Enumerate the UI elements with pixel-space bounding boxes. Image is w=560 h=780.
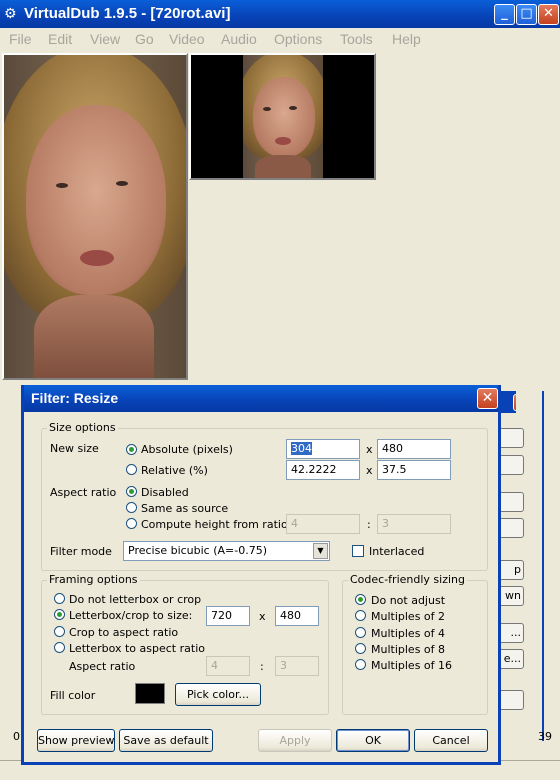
output-frame-image bbox=[243, 55, 323, 178]
letterbox-radio[interactable] bbox=[54, 609, 65, 620]
dialog-title: Filter: Resize bbox=[31, 390, 119, 406]
absolute-label: Absolute (pixels) bbox=[141, 443, 233, 456]
framing-aspect-label: Aspect ratio bbox=[69, 660, 136, 673]
absolute-width-input[interactable]: 304 bbox=[286, 439, 360, 459]
codec-option-label: Multiples of 8 bbox=[371, 643, 446, 656]
aspect-ratio-label: Aspect ratio bbox=[50, 486, 117, 499]
apply-button[interactable]: Apply bbox=[258, 729, 332, 752]
aspect-same-radio[interactable] bbox=[126, 502, 137, 513]
new-size-label: New size bbox=[50, 442, 99, 455]
codec-do-not-adjust-radio[interactable] bbox=[355, 594, 366, 605]
framing-aspect-b-input[interactable]: 3 bbox=[275, 656, 319, 676]
timeline-start: 0 bbox=[13, 730, 20, 743]
input-frame-image bbox=[4, 55, 186, 378]
no-letterbox-radio[interactable] bbox=[54, 593, 65, 604]
chevron-down-icon[interactable]: ▼ bbox=[313, 543, 328, 559]
background-dialog-button[interactable] bbox=[498, 518, 524, 538]
letterbox-aspect-label: Letterbox to aspect ratio bbox=[69, 642, 205, 655]
framing-aspect-colon: : bbox=[260, 660, 264, 673]
minimize-button[interactable]: _ bbox=[494, 4, 515, 25]
menu-options[interactable]: Options bbox=[274, 31, 322, 47]
aspect-compute-radio[interactable] bbox=[126, 518, 137, 529]
x-separator: x bbox=[259, 610, 266, 623]
codec-option-label: Multiples of 2 bbox=[371, 610, 446, 623]
aspect-disabled-radio[interactable] bbox=[126, 486, 137, 497]
codec-sizing-legend: Codec-friendly sizing bbox=[348, 573, 467, 586]
fill-color-swatch bbox=[135, 683, 165, 704]
codec-multiples-2-radio[interactable] bbox=[355, 610, 366, 621]
menu-help[interactable]: Help bbox=[392, 31, 421, 47]
ratio-colon: : bbox=[367, 518, 371, 531]
interlaced-checkbox[interactable] bbox=[352, 545, 364, 557]
framing-aspect-a-input[interactable]: 4 bbox=[206, 656, 250, 676]
crop-aspect-label: Crop to aspect ratio bbox=[69, 626, 179, 639]
timeline-end: 39 bbox=[538, 730, 552, 743]
cancel-button[interactable]: Cancel bbox=[414, 729, 488, 752]
resize-filter-dialog: Filter: Resize ✕ Size options New size A… bbox=[21, 385, 501, 765]
app-gear-icon[interactable]: ⚙ bbox=[4, 6, 20, 22]
ok-button[interactable]: OK bbox=[336, 729, 410, 752]
filter-mode-label: Filter mode bbox=[50, 545, 112, 558]
relative-height-input[interactable]: 37.5 bbox=[377, 460, 451, 480]
save-as-default-button[interactable]: Save as default bbox=[119, 729, 213, 752]
filter-mode-value: Precise bicubic (A=-0.75) bbox=[128, 544, 268, 557]
background-dialog-button[interactable]: e... bbox=[498, 649, 524, 669]
size-options-legend: Size options bbox=[47, 421, 118, 434]
menu-bar: File Edit View Go Video Audio Options To… bbox=[0, 28, 560, 49]
show-preview-button[interactable]: Show preview bbox=[37, 729, 115, 752]
background-dialog-button[interactable]: wn bbox=[498, 586, 524, 606]
letterbox-height-input[interactable]: 480 bbox=[275, 606, 319, 626]
background-dialog-button[interactable]: p bbox=[498, 560, 524, 580]
x-separator: x bbox=[366, 464, 373, 477]
title-bar: ⚙ VirtualDub 1.9.5 - [720rot.avi] _ □ ✕ bbox=[0, 0, 560, 28]
aspect-same-label: Same as source bbox=[141, 502, 229, 515]
background-dialog-button[interactable] bbox=[498, 455, 524, 475]
relative-label: Relative (%) bbox=[141, 464, 208, 477]
menu-file[interactable]: File bbox=[9, 31, 32, 47]
output-video-pane[interactable] bbox=[189, 53, 376, 180]
close-button[interactable]: ✕ bbox=[538, 4, 559, 25]
letterbox-label: Letterbox/crop to size: bbox=[69, 609, 193, 622]
ratio-b-input[interactable]: 3 bbox=[377, 514, 451, 534]
crop-aspect-radio[interactable] bbox=[54, 626, 65, 637]
codec-multiples-4-radio[interactable] bbox=[355, 627, 366, 638]
letterbox-width-input[interactable]: 720 bbox=[206, 606, 250, 626]
pick-color-button[interactable]: Pick color... bbox=[175, 683, 261, 706]
background-dialog-button[interactable] bbox=[498, 492, 524, 512]
menu-audio[interactable]: Audio bbox=[221, 31, 257, 47]
background-dialog-button[interactable]: ... bbox=[498, 623, 524, 643]
absolute-radio[interactable] bbox=[126, 444, 137, 455]
relative-radio[interactable] bbox=[126, 464, 137, 475]
codec-option-label: Do not adjust bbox=[371, 594, 446, 607]
menu-tools[interactable]: Tools bbox=[340, 31, 373, 47]
background-dialog-button[interactable] bbox=[498, 428, 524, 448]
menu-view[interactable]: View bbox=[90, 31, 120, 47]
x-separator: x bbox=[366, 443, 373, 456]
background-dialog-button[interactable] bbox=[498, 690, 524, 710]
menu-video[interactable]: Video bbox=[169, 31, 205, 47]
maximize-button[interactable]: □ bbox=[516, 4, 537, 25]
ratio-a-input[interactable]: 4 bbox=[286, 514, 360, 534]
input-video-pane[interactable] bbox=[2, 53, 188, 380]
codec-multiples-8-radio[interactable] bbox=[355, 643, 366, 654]
fill-color-label: Fill color bbox=[50, 689, 96, 702]
absolute-height-input[interactable]: 480 bbox=[377, 439, 451, 459]
dialog-close-icon[interactable]: ✕ bbox=[477, 388, 498, 409]
framing-options-legend: Framing options bbox=[47, 573, 140, 586]
filter-mode-select[interactable]: Precise bicubic (A=-0.75) ▼ bbox=[123, 541, 330, 561]
relative-width-input[interactable]: 42.2222 bbox=[286, 460, 360, 480]
interlaced-label: Interlaced bbox=[369, 545, 425, 558]
codec-option-label: Multiples of 4 bbox=[371, 627, 446, 640]
codec-multiples-16-radio[interactable] bbox=[355, 659, 366, 670]
menu-go[interactable]: Go bbox=[135, 31, 154, 47]
aspect-disabled-label: Disabled bbox=[141, 486, 189, 499]
codec-option-label: Multiples of 16 bbox=[371, 659, 453, 672]
menu-edit[interactable]: Edit bbox=[48, 31, 72, 47]
letterbox-aspect-radio[interactable] bbox=[54, 642, 65, 653]
window-title: VirtualDub 1.9.5 - [720rot.avi] bbox=[24, 5, 231, 22]
dialog-title-bar: Filter: Resize ✕ bbox=[24, 385, 498, 412]
aspect-compute-label: Compute height from ratio: bbox=[141, 518, 292, 531]
no-letterbox-label: Do not letterbox or crop bbox=[69, 593, 202, 606]
